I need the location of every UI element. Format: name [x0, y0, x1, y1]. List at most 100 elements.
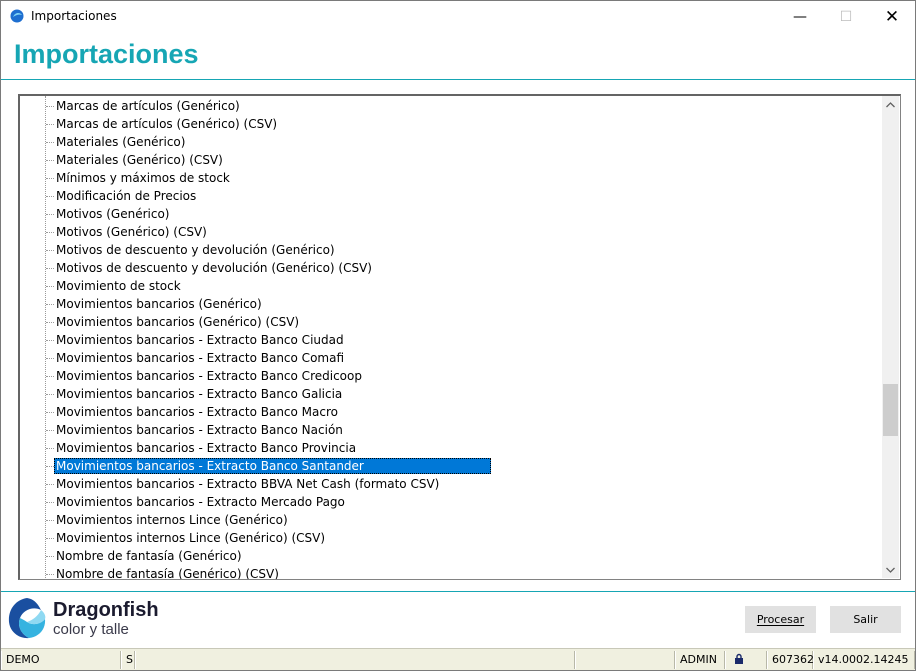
lock-icon: [735, 653, 743, 664]
tree-item[interactable]: Nombre de fantasía (Genérico): [20, 547, 882, 565]
tree-item-label: Materiales (Genérico): [56, 135, 186, 149]
tree-connector: [46, 484, 54, 485]
status-mode: DEMO: [1, 651, 121, 669]
status-bar: DEMO S ADMIN 607362 v14.0002.14245: [1, 648, 915, 670]
tree-item[interactable]: Marcas de artículos (Genérico) (CSV): [20, 115, 882, 133]
tree-connector: [46, 520, 54, 521]
status-message: [135, 651, 575, 669]
tree-item-label: Motivos (Genérico) (CSV): [56, 225, 207, 239]
tree-item[interactable]: Motivos (Genérico) (CSV): [20, 223, 882, 241]
tree-item-label: Movimientos bancarios - Extracto Banco C…: [56, 369, 362, 383]
tree-item-label: Movimientos bancarios (Genérico): [56, 297, 262, 311]
tree-item[interactable]: Movimientos bancarios - Extracto Banco C…: [20, 349, 882, 367]
tree-connector: [46, 502, 54, 503]
status-flag: S: [121, 651, 135, 669]
tree-connector: [46, 178, 54, 179]
importaciones-window: Importaciones — ☐ ✕ Importaciones Marcas…: [0, 0, 916, 671]
status-number: 607362: [767, 651, 814, 669]
tree-item[interactable]: Movimientos bancarios - Extracto Banco P…: [20, 439, 882, 457]
tree-item[interactable]: Materiales (Genérico): [20, 133, 882, 151]
tree-connector: [46, 142, 54, 143]
tree-connector: [46, 574, 54, 575]
tree-connector: [46, 160, 54, 161]
tree-connector: [46, 394, 54, 395]
tree-item[interactable]: Movimientos bancarios (Genérico) (CSV): [20, 313, 882, 331]
brand-name: Dragonfish: [53, 599, 159, 621]
tree-item-label: Movimientos bancarios (Genérico) (CSV): [56, 315, 300, 329]
salir-label: Salir: [853, 613, 878, 626]
tree-connector: [46, 304, 54, 305]
tree-item-label: Nombre de fantasía (Genérico): [56, 549, 242, 563]
import-tree[interactable]: Marcas de artículos (Genérico) Marcas de …: [18, 94, 901, 580]
tree-item[interactable]: Movimientos internos Lince (Genérico): [20, 511, 882, 529]
scroll-up-icon[interactable]: [882, 96, 899, 113]
procesar-button[interactable]: Procesar: [745, 606, 816, 633]
dragonfish-logo-icon: [8, 598, 46, 639]
tree-item[interactable]: Movimientos bancarios - Extracto Mercado…: [20, 493, 882, 511]
tree-item-label: Movimientos bancarios - Extracto Mercado…: [56, 495, 345, 509]
tree-item[interactable]: Movimientos bancarios (Genérico): [20, 295, 882, 313]
tree-item-label: Movimientos bancarios - Extracto Banco M…: [56, 405, 338, 419]
minimize-icon: —: [793, 8, 807, 25]
tree-item[interactable]: Motivos de descuento y devolución (Genér…: [20, 241, 882, 259]
tree-connector: [46, 232, 54, 233]
tree-connector: [46, 430, 54, 431]
procesar-label: Procesar: [756, 613, 805, 626]
maximize-button[interactable]: ☐: [823, 1, 869, 32]
tree-item[interactable]: Movimientos bancarios - Extracto Banco M…: [20, 403, 882, 421]
tree-item[interactable]: Modificación de Precios: [20, 187, 882, 205]
salir-button[interactable]: Salir: [830, 606, 901, 633]
page-title: Importaciones: [14, 39, 199, 69]
tree-item[interactable]: Motivos (Genérico): [20, 205, 882, 223]
brand-tagline: color y talle: [53, 621, 129, 638]
tree-item[interactable]: Materiales (Genérico) (CSV): [20, 151, 882, 169]
tree-item-label: Nombre de fantasía (Genérico) (CSV): [56, 567, 279, 580]
tree-item[interactable]: Nombre de fantasía (Genérico) (CSV): [20, 565, 882, 580]
tree-item[interactable]: Movimientos bancarios - Extracto Banco G…: [20, 385, 882, 403]
tree-item-label: Modificación de Precios: [56, 189, 197, 203]
tree-item-label: Mínimos y máximos de stock: [56, 171, 230, 185]
tree-item-label: Movimientos bancarios - Extracto Banco S…: [54, 458, 491, 474]
tree-item-selected[interactable]: Movimientos bancarios - Extracto Banco S…: [20, 457, 882, 475]
tree-connector: [46, 322, 54, 323]
tree-connector: [46, 556, 54, 557]
tree-item-label: Movimientos bancarios - Extracto BBVA Ne…: [56, 477, 440, 491]
tree-connector: [46, 376, 54, 377]
tree-item-label: Motivos de descuento y devolución (Genér…: [56, 243, 335, 257]
tree-connector: [46, 214, 54, 215]
tree-item-label: Movimientos bancarios - Extracto Banco P…: [56, 441, 357, 455]
tree-item-label: Movimientos internos Lince (Genérico) (C…: [56, 531, 326, 545]
tree-connector: [46, 358, 54, 359]
minimize-button[interactable]: —: [777, 1, 823, 32]
tree-item[interactable]: Movimiento de stock: [20, 277, 882, 295]
tree-connector: [46, 196, 54, 197]
scroll-down-icon[interactable]: [882, 561, 899, 578]
footer-divider: [1, 591, 915, 592]
tree-item-label: Materiales (Genérico) (CSV): [56, 153, 223, 167]
tree-item-label: Movimientos bancarios - Extracto Banco N…: [56, 423, 343, 437]
tree-item[interactable]: Movimientos bancarios - Extracto Banco C…: [20, 367, 882, 385]
tree-connector: [46, 466, 54, 467]
tree-item-label: Movimientos internos Lince (Genérico): [56, 513, 288, 527]
close-icon: ✕: [884, 6, 900, 27]
tree-connector: [46, 412, 54, 413]
title-bar[interactable]: Importaciones — ☐ ✕: [1, 1, 915, 32]
tree-item-label: Movimientos bancarios - Extracto Banco G…: [56, 387, 343, 401]
close-button[interactable]: ✕: [869, 1, 915, 32]
app-icon: [10, 9, 24, 23]
tree-connector: [46, 286, 54, 287]
tree-connector: [46, 340, 54, 341]
tree-connector: [46, 106, 54, 107]
tree-item[interactable]: Movimientos bancarios - Extracto Banco C…: [20, 331, 882, 349]
maximize-icon: ☐: [839, 8, 853, 25]
tree-item[interactable]: Motivos de descuento y devolución (Genér…: [20, 259, 882, 277]
tree-item[interactable]: Movimientos internos Lince (Genérico) (C…: [20, 529, 882, 547]
tree-item[interactable]: Movimientos bancarios - Extracto Banco N…: [20, 421, 882, 439]
tree-item[interactable]: Marcas de artículos (Genérico): [20, 97, 882, 115]
header-divider: [1, 79, 915, 80]
vertical-scrollbar[interactable]: [882, 96, 899, 578]
tree-item[interactable]: Movimientos bancarios - Extracto BBVA Ne…: [20, 475, 882, 493]
tree-item[interactable]: Mínimos y máximos de stock: [20, 169, 882, 187]
scroll-thumb[interactable]: [883, 384, 898, 436]
tree-connector: [46, 124, 54, 125]
